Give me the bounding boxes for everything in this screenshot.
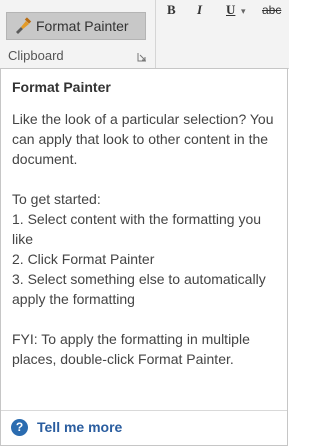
- strikethrough-button[interactable]: abc: [262, 3, 281, 17]
- format-painter-tooltip: Format Painter Like the look of a partic…: [0, 68, 288, 446]
- tell-me-more-link[interactable]: Tell me more: [37, 419, 122, 435]
- tooltip-footer: ? Tell me more: [1, 410, 287, 445]
- bold-button[interactable]: B: [167, 2, 176, 18]
- group-separator: [155, 0, 156, 68]
- underline-button[interactable]: U: [226, 2, 235, 18]
- dialog-launcher-icon[interactable]: [137, 49, 147, 62]
- format-painter-button[interactable]: Format Painter: [6, 12, 146, 40]
- paintbrush-icon: [12, 15, 34, 37]
- tooltip-title: Format Painter: [12, 79, 111, 95]
- italic-button[interactable]: I: [197, 2, 202, 18]
- tooltip-paragraph-steps: To get started: 1. Select content with t…: [12, 191, 266, 307]
- chevron-down-icon[interactable]: ▾: [241, 6, 246, 17]
- tooltip-body: Like the look of a particular selection?…: [12, 109, 282, 369]
- help-icon[interactable]: ?: [11, 419, 28, 436]
- format-painter-label: Format Painter: [36, 18, 129, 34]
- tooltip-paragraph-fyi: FYI: To apply the formatting in multiple…: [12, 331, 250, 367]
- tooltip-paragraph-intro: Like the look of a particular selection?…: [12, 111, 274, 167]
- ribbon: Format Painter Clipboard B I U ▾ abc: [0, 0, 289, 69]
- clipboard-group-label: Clipboard: [8, 48, 64, 63]
